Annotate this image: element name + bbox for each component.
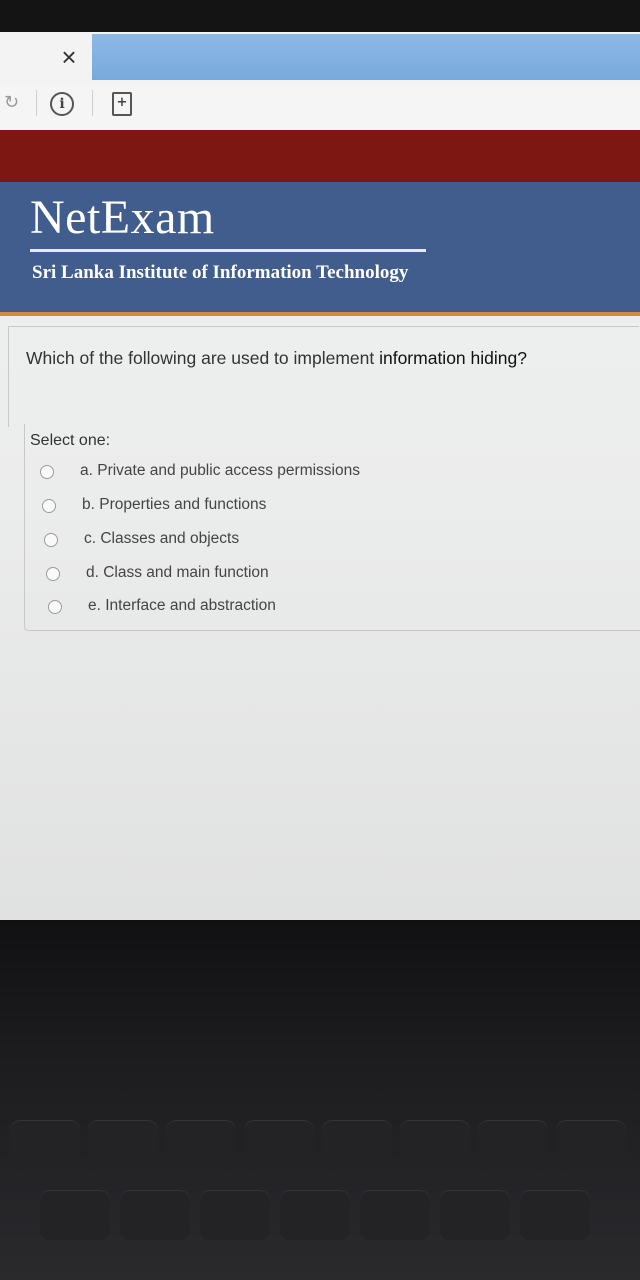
keyboard-key — [556, 1120, 626, 1170]
laptop-bezel — [0, 920, 640, 1280]
screen-top-edge — [0, 0, 640, 32]
keyboard-key — [40, 1190, 110, 1240]
question-text-part1: Which of the following are used to imple… — [26, 348, 380, 368]
keyboard-key — [322, 1120, 392, 1170]
answer-label-a[interactable]: a. Private and public access permissions — [80, 462, 360, 480]
keyboard-key — [166, 1120, 236, 1170]
keyboard-key — [520, 1190, 590, 1240]
question-card — [8, 326, 639, 427]
keyboard-row — [0, 1120, 640, 1176]
radio-button-b[interactable] — [42, 499, 56, 513]
info-icon[interactable]: i — [50, 92, 74, 116]
address-bar — [0, 84, 640, 131]
keyboard-key — [360, 1190, 430, 1240]
radio-button-c[interactable] — [44, 533, 58, 547]
active-tab[interactable] — [92, 34, 640, 80]
page-icon[interactable]: + — [112, 92, 132, 116]
logo-underline — [30, 249, 426, 252]
radio-button-d[interactable] — [46, 567, 60, 581]
toolbar-divider — [92, 90, 93, 116]
site-logo[interactable]: NetExam — [30, 190, 215, 245]
keyboard-row — [0, 1190, 640, 1246]
tab-close-icon[interactable]: × — [56, 44, 82, 70]
answer-label-b[interactable]: b. Properties and functions — [82, 496, 266, 514]
keyboard-key — [200, 1190, 270, 1240]
answer-label-e[interactable]: e. Interface and abstraction — [88, 597, 276, 615]
header-accent-rule — [0, 312, 640, 316]
radio-button-a[interactable] — [40, 465, 54, 479]
keyboard-key — [280, 1190, 350, 1240]
question-text: Which of the following are used to imple… — [26, 348, 527, 369]
keyboard-key — [10, 1120, 80, 1170]
answer-label-c[interactable]: c. Classes and objects — [84, 530, 239, 548]
toolbar-divider — [36, 90, 37, 116]
radio-button-e[interactable] — [48, 600, 62, 614]
keyboard-key — [400, 1120, 470, 1170]
keyboard-key — [88, 1120, 158, 1170]
answer-label-d[interactable]: d. Class and main function — [86, 564, 269, 582]
keyboard-key — [440, 1190, 510, 1240]
keyboard-key — [244, 1120, 314, 1170]
site-top-band — [0, 130, 640, 182]
institute-name: Sri Lanka Institute of Information Techn… — [32, 262, 409, 283]
keyboard-key — [120, 1190, 190, 1240]
reload-icon[interactable]: ↻ — [4, 92, 24, 112]
question-text-part2: information hiding? — [379, 348, 527, 368]
select-one-label: Select one: — [30, 432, 111, 449]
keyboard-key — [478, 1120, 548, 1170]
